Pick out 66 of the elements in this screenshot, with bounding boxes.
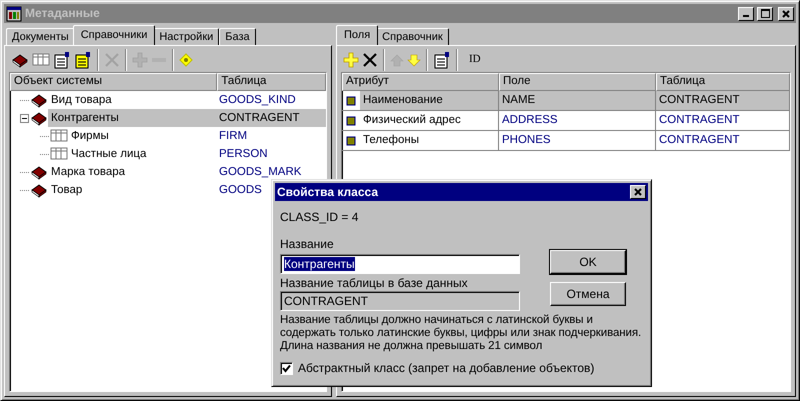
checkbox[interactable] xyxy=(280,362,293,375)
table-name: CONTRAGENT xyxy=(218,111,300,126)
tab[interactable]: Поля xyxy=(336,25,378,45)
table-cell: PHONES xyxy=(499,131,656,150)
dialog-title: Свойства класса xyxy=(277,184,380,200)
collapse-icon[interactable] xyxy=(20,114,29,122)
column-header[interactable]: Атрибут xyxy=(342,73,499,91)
close-icon xyxy=(634,188,642,196)
table-cell: CONTRAGENT xyxy=(656,111,790,130)
table-name: GOODS_KIND xyxy=(218,93,297,108)
tree-item[interactable]: Частные лица xyxy=(68,145,216,163)
column-header[interactable]: Таблица xyxy=(656,73,790,91)
delete-icon[interactable] xyxy=(362,52,378,68)
properties-icon[interactable] xyxy=(433,51,451,69)
app-icon xyxy=(6,6,22,22)
tree-item[interactable]: Контрагенты xyxy=(48,109,216,127)
book-icon xyxy=(30,164,48,180)
table-cell: CONTRAGENT xyxy=(656,91,790,110)
table-icon[interactable] xyxy=(32,52,50,68)
tab[interactable]: Справочник xyxy=(376,28,449,45)
table-cell[interactable]: Телефоны xyxy=(360,131,498,150)
checkbox-label[interactable]: Абстрактный класс (запрет на добавление объектов) xyxy=(298,361,594,376)
maximize-button[interactable] xyxy=(757,6,773,20)
book-icon xyxy=(30,92,48,108)
tree-item[interactable]: Товар xyxy=(48,181,216,199)
dialog-button[interactable]: OK xyxy=(550,250,626,274)
tab[interactable]: Настройки xyxy=(153,28,220,45)
hint-text: Название таблицы должно начинаться с латинской буквы и содержать только латинские буквы, цифры или знак подчеркивания. Длина названия не должна превышать 21 символ xyxy=(279,313,642,354)
book-icon xyxy=(30,182,48,198)
minimize-button[interactable] xyxy=(738,6,754,20)
class-id-label: CLASS_ID = 4 xyxy=(280,210,360,224)
tree-item[interactable]: Фирмы xyxy=(68,127,216,145)
table-name: PERSON xyxy=(218,147,269,162)
table-name: GOODS xyxy=(218,183,263,198)
field-label: Название xyxy=(280,237,335,252)
tree-item[interactable]: Марка товара xyxy=(48,163,216,181)
close-icon xyxy=(782,10,790,18)
column-header[interactable]: Объект системы xyxy=(10,73,218,91)
window-title: Метаданные xyxy=(25,6,101,21)
tab[interactable]: Документы xyxy=(6,28,75,45)
book-icon[interactable] xyxy=(11,52,29,68)
table-name: GOODS_MARK xyxy=(218,165,302,180)
tab[interactable]: Справочники xyxy=(72,25,156,45)
dialog-button[interactable]: Отмена xyxy=(550,282,626,306)
table-cell[interactable]: Физический адрес xyxy=(360,111,498,130)
column-header[interactable]: Поле xyxy=(499,73,656,91)
table-cell[interactable]: Наименование xyxy=(360,91,498,110)
name-field[interactable]: Контрагенты xyxy=(280,254,520,274)
book-icon xyxy=(30,110,48,126)
column-header[interactable]: Таблица xyxy=(217,73,326,91)
table-cell: ADDRESS xyxy=(499,111,656,130)
close-button[interactable] xyxy=(630,185,646,199)
tab[interactable]: База xyxy=(219,28,256,45)
tree-item[interactable]: Вид товара xyxy=(48,91,216,109)
minimize-icon xyxy=(743,14,749,16)
properties-icon[interactable] xyxy=(74,51,92,69)
maximize-icon xyxy=(760,9,770,18)
id-button[interactable]: ID xyxy=(463,49,487,71)
properties-icon[interactable] xyxy=(53,51,71,69)
check-icon xyxy=(282,364,291,373)
table-cell: NAME xyxy=(499,91,656,110)
table-cell: CONTRAGENT xyxy=(656,131,790,150)
diamond-icon[interactable] xyxy=(179,53,193,67)
close-button[interactable] xyxy=(778,6,794,20)
field-label: Название таблицы в базе данных xyxy=(280,276,469,290)
table-name: FIRM xyxy=(218,129,248,144)
